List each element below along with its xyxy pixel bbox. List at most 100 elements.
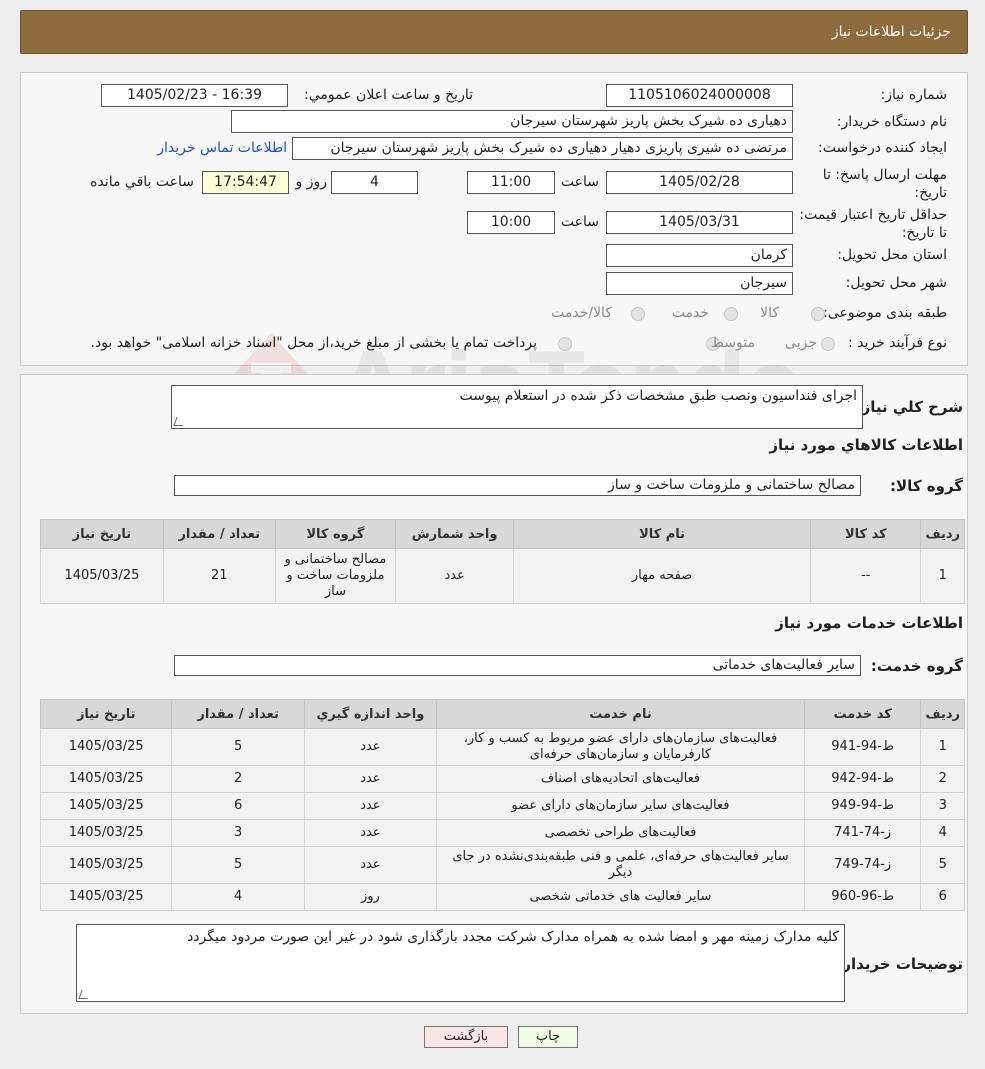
category-service-label: خدمت [671,305,709,321]
category-radio-service[interactable] [724,307,738,321]
services-header-cell: رديف [920,699,965,729]
services-cell: 2 [171,765,305,793]
table-row: 1 -- صفحه مهار عدد مصالح ساختمانی و ملزومات … [40,548,965,604]
table-row: 3 ط-94-949 فعالیت‌های سایر سازمان‌های دارا… [39,792,965,820]
need-number-field: 1105106024000008 [606,84,793,107]
services-cell: فعالیت‌های اتحادیه‌های اصناف [436,765,805,793]
validity-time-field: 10:00 [467,211,555,234]
services-header-cell: کد خدمت [803,699,922,729]
services-cell: 1405/03/25 [39,883,173,911]
service-group-field: سایر فعالیت‌های خدماتی [174,655,861,676]
buyer-notes-textarea[interactable]: کلیه مدارک زمینه مهر و امضا شده به همراه… [76,924,845,1002]
goods-header-cell: رديف [920,519,965,549]
goods-header-cell: تاريخ نياز [40,519,164,549]
services-cell: 5 [920,846,965,884]
summary-textarea[interactable]: اجرای فنداسیون ونصب طبق مشخصات ذکر شده د… [171,385,863,429]
services-cell: عدد [303,819,438,847]
services-cell: 1405/03/25 [39,728,173,766]
city-label: شهر محل تحویل: [845,275,947,291]
services-cell: 4 [171,883,305,911]
services-cell: 6 [171,792,305,820]
services-cell: ز-74-741 [803,819,922,847]
validity-label: حداقل تاریخ اعتبار قیمت: تا تاریخ: [799,207,947,241]
province-field: کرمان [606,244,793,267]
goods-cell: 1405/03/25 [40,548,164,604]
services-cell: ط-96-960 [803,883,922,911]
service-group-label: گروه خدمت: [870,657,963,675]
goods-header-cell: نام کالا [512,519,812,549]
services-cell: 3 [920,792,965,820]
print-button[interactable]: چاپ [518,1026,578,1048]
table-row: 5 ز-74-749 سایر فعالیت‌های حرفه‌ای، علمی و… [39,846,965,884]
services-cell: 5 [171,846,305,884]
goods-header-cell: گروه کالا [274,519,397,549]
goods-cell: 21 [162,548,276,604]
services-cell: 2 [920,765,965,793]
services-section-title: اطلاعات خدمات مورد نياز [775,614,963,632]
buyer-org-field: دهیاری ده شیرک بخش پاریز شهرستان سیرجان [231,110,793,133]
services-cell: 1405/03/25 [39,792,173,820]
services-cell: عدد [303,728,438,766]
table-row: 1 ط-94-941 فعالیت‌های سازمان‌های دارای عضو… [39,728,965,766]
services-cell: ط-94-942 [803,765,922,793]
services-cell: 6 [920,883,965,911]
creator-label: ايجاد کننده درخواست: [818,140,947,156]
services-cell: فعالیت‌های سازمان‌های دارای عضو مربوط به… [436,728,805,766]
services-header-cell: تعداد / مقدار [171,699,305,729]
services-cell: 5 [171,728,305,766]
services-cell: 1 [920,728,965,766]
process-radio-treasury[interactable] [558,337,572,351]
validity-date-field: 1405/03/31 [606,211,793,234]
page-header: جزئیات اطلاعات نیاز [20,10,968,54]
goods-header-cell: کد کالا [810,519,922,549]
process-medium-label: متوسط [711,335,755,351]
buyer-contact-link[interactable]: اطلاعات تماس خریدار [157,140,287,156]
deadline-time-label: ساعت [560,174,599,190]
resize-grip-icon[interactable] [173,417,186,426]
services-cell: ط-94-941 [803,728,922,766]
table-row: 2 ط-94-942 فعالیت‌های اتحادیه‌های اصناف عدد… [39,765,965,793]
deadline-time-field: 11:00 [467,171,555,194]
category-goods-label: کالا [760,305,779,321]
services-cell: 1405/03/25 [39,846,173,884]
services-cell: سایر فعالیت‌های حرفه‌ای، علمی و فنی طبقه… [436,846,805,884]
category-radio-goods-service[interactable] [631,307,645,321]
services-cell: ز-74-749 [803,846,922,884]
province-label: استان محل تحویل: [837,247,947,263]
services-cell: 4 [920,819,965,847]
services-cell: عدد [303,792,438,820]
announce-datetime-field: 1405/02/23 - 16:39 [101,84,288,107]
deadline-date-field: 1405/02/28 [606,171,793,194]
summary-label: شرح کلي نياز: [855,398,963,416]
process-label: نوع فرآیند خرید : [848,335,947,351]
goods-cell: مصالح ساختمانی و ملزومات ساخت و ساز [274,548,397,604]
services-cell: عدد [303,765,438,793]
process-radio-minor[interactable] [821,337,835,351]
announce-label: تاریخ و ساعت اعلان عمومي: [304,87,473,103]
need-info-panel: AriaTender.neT شماره نیاز: 1105106024000… [20,72,968,431]
services-header-cell: نام خدمت [436,699,805,729]
category-radio-goods[interactable] [811,307,825,321]
remaining-time-field: 17:54:47 [202,171,289,194]
goods-group-label: گروه کالا: [890,477,963,495]
deadline-label: مهلت ارسال پاسخ: تا تاریخ: [822,167,947,201]
services-cell: 3 [171,819,305,847]
services-cell: ط-94-949 [803,792,922,820]
goods-cell: -- [810,548,922,604]
buyer-notes-label: توضيحات خريدار: [836,955,963,973]
services-cell: فعالیت‌های طراحی تخصصی [436,819,805,847]
process-note: پرداخت تمام یا بخشی از مبلغ خرید،از محل … [90,335,537,351]
services-table: رديف کد خدمت نام خدمت واحد اندازه گيري تعداد… [39,699,965,911]
goods-group-field: مصالح ساختمانی و ملزومات ساخت و ساز [174,475,861,496]
buyer-notes-text: کلیه مدارک زمینه مهر و امضا شده به همراه… [187,929,839,945]
table-row: 6 ط-96-960 سایر فعالیت های خدماتی شخصی روز 4… [39,883,965,911]
days-remaining-field: 4 [331,171,418,194]
buyer-org-label: نام دستگاه خريدار: [836,114,947,130]
remaining-time-label: ساعت باقي مانده [90,174,194,190]
resize-grip-icon[interactable] [78,990,91,999]
services-table-header: رديف کد خدمت نام خدمت واحد اندازه گيري تعداد… [39,699,965,729]
goods-cell: صفحه مهار [512,548,812,604]
goods-cell: عدد [395,548,514,604]
goods-header-cell: تعداد / مقدار [162,519,276,549]
back-button[interactable]: بازگشت [424,1026,508,1048]
